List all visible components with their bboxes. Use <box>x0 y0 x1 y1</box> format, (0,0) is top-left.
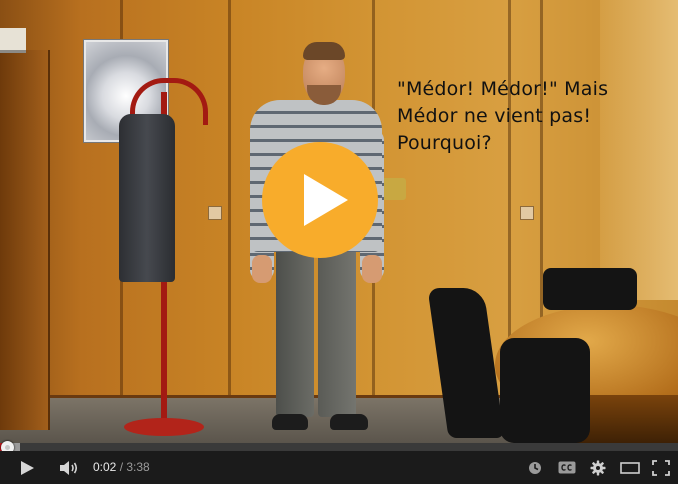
current-time: 0:02 <box>93 460 117 474</box>
watch-later-button[interactable] <box>525 451 545 484</box>
person-hand <box>252 255 272 283</box>
office-chair <box>500 338 590 443</box>
time-display: 0:02 / 3:38 <box>93 451 150 484</box>
control-bar: 0:02 / 3:38 <box>0 451 678 484</box>
volume-icon <box>60 460 78 475</box>
clock-icon <box>529 461 541 474</box>
caption-line: "Médor! Médor!" Mais <box>397 78 609 100</box>
coat-rack-base <box>124 418 204 436</box>
duration: 3:38 <box>126 460 150 474</box>
person-shoe <box>330 414 368 430</box>
captions-icon <box>558 461 576 474</box>
person-leg <box>276 245 314 417</box>
person-hand <box>362 255 382 283</box>
person-shoe <box>272 414 308 430</box>
person-leg <box>318 245 356 417</box>
time-separator: / <box>116 460 127 474</box>
volume-button[interactable] <box>55 451 85 484</box>
play-icon <box>304 174 348 226</box>
wall-panel-seam <box>228 0 231 410</box>
left-cabinet <box>0 50 50 430</box>
caption-line: Médor ne vient pas! <box>397 105 592 127</box>
theater-mode-icon <box>620 461 640 474</box>
fullscreen-button[interactable] <box>649 451 673 484</box>
video-caption: "Médor! Médor!" Mais Médor ne vient pas!… <box>397 76 637 157</box>
play-icon <box>21 460 34 475</box>
captions-button[interactable] <box>555 451 579 484</box>
video-frame[interactable]: "Médor! Médor!" Mais Médor ne vient pas!… <box>0 0 678 443</box>
office-chair <box>543 268 637 310</box>
shelf <box>0 28 26 53</box>
play-button[interactable] <box>12 451 42 484</box>
fullscreen-icon <box>652 459 670 476</box>
large-play-button[interactable] <box>262 142 378 258</box>
light-switch <box>208 206 222 220</box>
progress-bar[interactable] <box>0 443 678 451</box>
video-player[interactable]: "Médor! Médor!" Mais Médor ne vient pas!… <box>0 0 678 484</box>
person-hair <box>303 42 345 60</box>
caption-line: Pourquoi? <box>397 132 492 154</box>
light-switch <box>520 206 534 220</box>
settings-button[interactable] <box>587 451 609 484</box>
theater-mode-button[interactable] <box>617 451 643 484</box>
settings-gear-icon <box>590 460 606 475</box>
hanging-coat <box>119 114 175 282</box>
